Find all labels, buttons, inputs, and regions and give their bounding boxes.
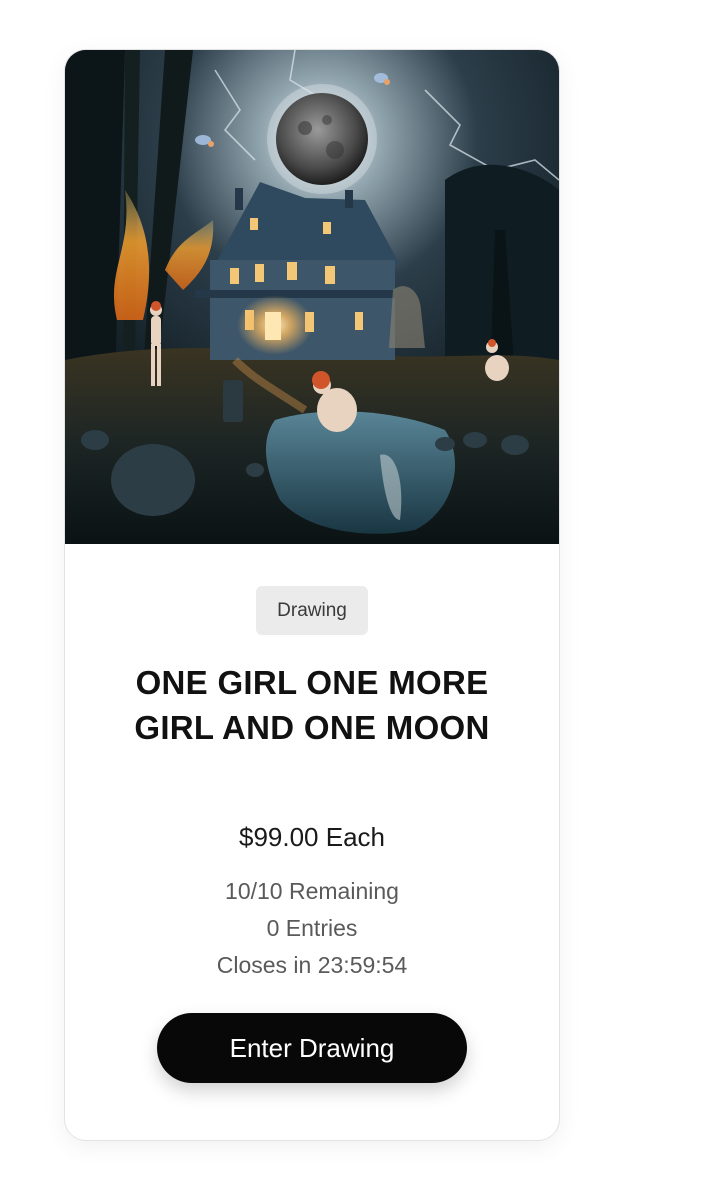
artwork-image[interactable] <box>65 50 559 544</box>
drawing-title: ONE GIRL ONE MORE GIRL AND ONE MOON <box>134 664 490 746</box>
category-badge: Drawing <box>256 586 368 635</box>
enter-drawing-button[interactable]: Enter Drawing <box>157 1013 467 1083</box>
remaining-count: 10/10 Remaining <box>225 878 399 904</box>
entries-count: 0 Entries <box>266 915 358 941</box>
closing-countdown: Closes in 23:59:54 <box>216 952 408 978</box>
price-text: $99.00 Each <box>238 822 385 852</box>
drawing-card: Drawing ONE GIRL ONE MORE GIRL AND ONE M… <box>64 49 560 1141</box>
